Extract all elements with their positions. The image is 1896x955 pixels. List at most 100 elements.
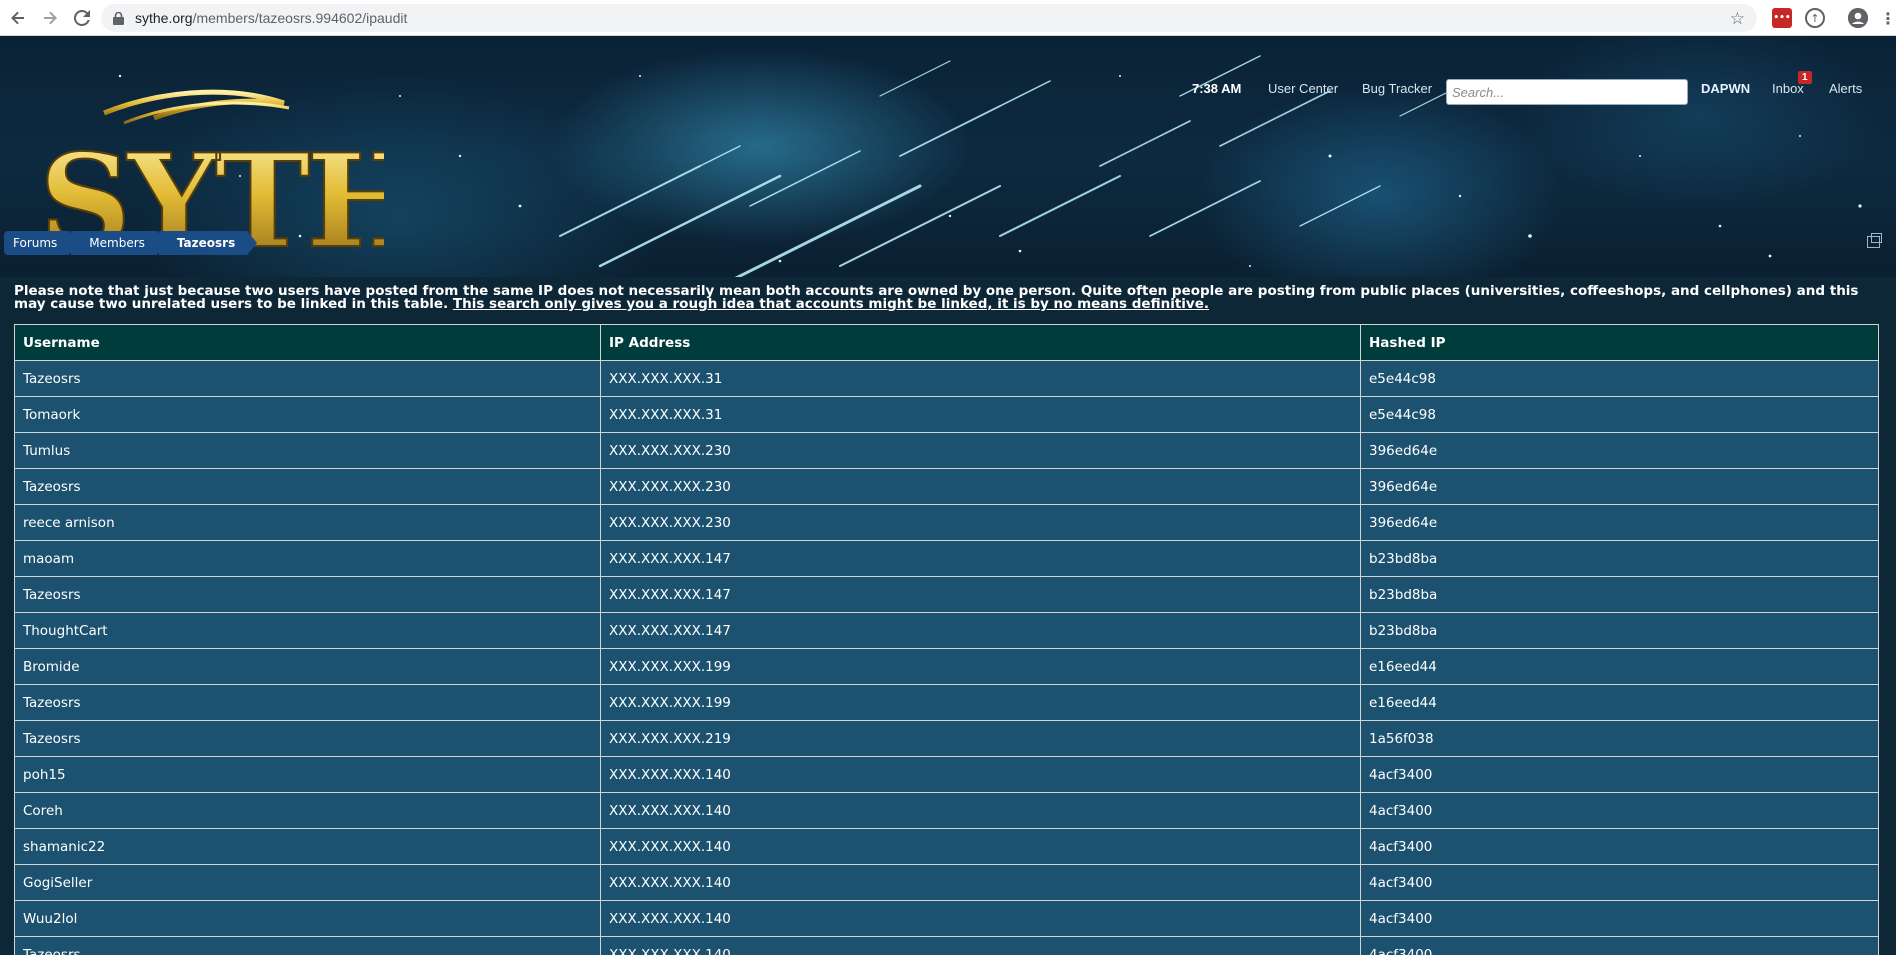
cell-ip-address: XXX.XXX.XXX.147 [600, 612, 1361, 649]
column-ip-address: IP Address [600, 324, 1361, 361]
cell-username[interactable]: GogiSeller [14, 864, 601, 901]
nav-bug-tracker[interactable]: Bug Tracker [1362, 81, 1432, 96]
column-hashed-ip: Hashed IP [1360, 324, 1879, 361]
table-row: Wuu2lol XXX.XXX.XXX.140 4acf3400 [14, 900, 1879, 937]
cell-ip-address: XXX.XXX.XXX.140 [600, 900, 1361, 937]
cell-username[interactable]: poh15 [14, 756, 601, 793]
back-arrow-icon[interactable] [4, 4, 32, 32]
cell-ip-address: XXX.XXX.XXX.199 [600, 684, 1361, 721]
cell-ip-address: XXX.XXX.XXX.31 [600, 396, 1361, 433]
inbox-count-badge: 1 [1798, 71, 1812, 84]
account-username[interactable]: DAPWN [1701, 81, 1750, 96]
cell-username[interactable]: maoam [14, 540, 601, 577]
cell-ip-address: XXX.XXX.XXX.230 [600, 504, 1361, 541]
kebab-menu-icon[interactable]: ⋮ [1878, 8, 1896, 28]
table-row: ThoughtCart XXX.XXX.XXX.147 b23bd8ba [14, 612, 1879, 649]
reload-icon[interactable] [68, 4, 96, 32]
cell-ip-address: XXX.XXX.XXX.140 [600, 756, 1361, 793]
extension-circle-icon[interactable]: ↑ [1805, 8, 1825, 28]
cell-ip-address: XXX.XXX.XXX.230 [600, 432, 1361, 469]
table-row: Tazeosrs XXX.XXX.XXX.199 e16eed44 [14, 684, 1879, 721]
search-input[interactable] [1446, 79, 1688, 105]
server-time: 7:38 AM [1192, 81, 1242, 96]
cell-hashed-ip: e5e44c98 [1360, 396, 1879, 433]
cell-ip-address: XXX.XXX.XXX.147 [600, 540, 1361, 577]
cell-hashed-ip: 396ed64e [1360, 432, 1879, 469]
ip-notice: Please note that just because two users … [14, 284, 1884, 312]
cell-username[interactable]: ThoughtCart [14, 612, 601, 649]
table-row: maoam XXX.XXX.XXX.147 b23bd8ba [14, 540, 1879, 577]
cell-hashed-ip: 4acf3400 [1360, 936, 1879, 955]
site-banner: SYTHE 7:38 AM User Center Bug Tracker DA… [0, 36, 1896, 277]
table-row: reece arnison XXX.XXX.XXX.230 396ed64e [14, 504, 1879, 541]
cell-hashed-ip: 4acf3400 [1360, 864, 1879, 901]
url-host: sythe.org [135, 10, 193, 26]
breadcrumb-members[interactable]: Members [71, 231, 167, 255]
cell-username[interactable]: Tazeosrs [14, 576, 601, 613]
popout-icon[interactable] [1867, 233, 1882, 248]
cell-ip-address: XXX.XXX.XXX.140 [600, 828, 1361, 865]
url-text: sythe.org/members/tazeosrs.994602/ipaudi… [135, 10, 407, 26]
table-header-row: Username IP Address Hashed IP [14, 324, 1879, 361]
table-row: Tazeosrs XXX.XXX.XXX.230 396ed64e [14, 468, 1879, 505]
cell-username[interactable]: Tazeosrs [14, 720, 601, 757]
cell-hashed-ip: 4acf3400 [1360, 900, 1879, 937]
url-path: /members/tazeosrs.994602/ipaudit [192, 10, 408, 26]
address-bar[interactable]: sythe.org/members/tazeosrs.994602/ipaudi… [101, 4, 1757, 32]
main-content: Please note that just because two users … [0, 277, 1896, 955]
cell-ip-address: XXX.XXX.XXX.230 [600, 468, 1361, 505]
column-username: Username [14, 324, 601, 361]
cell-username[interactable]: Tazeosrs [14, 936, 601, 955]
cell-hashed-ip: 4acf3400 [1360, 756, 1879, 793]
cell-ip-address: XXX.XXX.XXX.140 [600, 864, 1361, 901]
ip-audit-table: Username IP Address Hashed IP Tazeosrs XX… [14, 324, 1879, 955]
cell-ip-address: XXX.XXX.XXX.147 [600, 576, 1361, 613]
profile-icon[interactable] [1848, 8, 1868, 28]
cell-username[interactable]: Tazeosrs [14, 684, 601, 721]
nav-user-center[interactable]: User Center [1268, 81, 1338, 96]
notice-emphasis: This search only gives you a rough idea … [452, 296, 1209, 312]
table-row: Tazeosrs XXX.XXX.XXX.147 b23bd8ba [14, 576, 1879, 613]
cell-hashed-ip: 396ed64e [1360, 468, 1879, 505]
table-row: Bromide XXX.XXX.XXX.199 e16eed44 [14, 648, 1879, 685]
table-row: GogiSeller XXX.XXX.XXX.140 4acf3400 [14, 864, 1879, 901]
cell-hashed-ip: 1a56f038 [1360, 720, 1879, 757]
cell-hashed-ip: b23bd8ba [1360, 576, 1879, 613]
star-icon[interactable]: ☆ [1730, 9, 1745, 29]
extension-icon[interactable]: ••• [1772, 8, 1792, 28]
cell-hashed-ip: e16eed44 [1360, 648, 1879, 685]
nav-alerts[interactable]: Alerts [1829, 81, 1862, 96]
cell-ip-address: XXX.XXX.XXX.140 [600, 936, 1361, 955]
cell-ip-address: XXX.XXX.XXX.219 [600, 720, 1361, 757]
browser-toolbar: sythe.org/members/tazeosrs.994602/ipaudi… [0, 0, 1896, 36]
cell-username[interactable]: Bromide [14, 648, 601, 685]
cell-ip-address: XXX.XXX.XXX.199 [600, 648, 1361, 685]
cell-username[interactable]: Tazeosrs [14, 468, 601, 505]
table-row: Tazeosrs XXX.XXX.XXX.31 e5e44c98 [14, 360, 1879, 397]
table-row: Tomaork XXX.XXX.XXX.31 e5e44c98 [14, 396, 1879, 433]
lock-icon [111, 11, 125, 25]
cell-username[interactable]: Tumlus [14, 432, 601, 469]
breadcrumb: Forums Members Tazeosrs [4, 231, 258, 255]
cell-hashed-ip: 4acf3400 [1360, 828, 1879, 865]
cell-username[interactable]: Tazeosrs [14, 360, 601, 397]
cell-hashed-ip: e16eed44 [1360, 684, 1879, 721]
cell-username[interactable]: Tomaork [14, 396, 601, 433]
breadcrumb-forums[interactable]: Forums [4, 231, 80, 255]
cell-ip-address: XXX.XXX.XXX.140 [600, 792, 1361, 829]
table-row: shamanic22 XXX.XXX.XXX.140 4acf3400 [14, 828, 1879, 865]
cell-username[interactable]: shamanic22 [14, 828, 601, 865]
cell-username[interactable]: Wuu2lol [14, 900, 601, 937]
breadcrumb-member[interactable]: Tazeosrs [158, 231, 258, 255]
cell-hashed-ip: 4acf3400 [1360, 792, 1879, 829]
cell-username[interactable]: Coreh [14, 792, 601, 829]
cell-hashed-ip: 396ed64e [1360, 504, 1879, 541]
cell-hashed-ip: e5e44c98 [1360, 360, 1879, 397]
table-row: Coreh XXX.XXX.XXX.140 4acf3400 [14, 792, 1879, 829]
cell-hashed-ip: b23bd8ba [1360, 540, 1879, 577]
forward-arrow-icon[interactable] [36, 4, 64, 32]
table-row: poh15 XXX.XXX.XXX.140 4acf3400 [14, 756, 1879, 793]
table-row: Tazeosrs XXX.XXX.XXX.219 1a56f038 [14, 720, 1879, 757]
table-body: Tazeosrs XXX.XXX.XXX.31 e5e44c98 Tomaork XXX… [14, 360, 1879, 955]
cell-username[interactable]: reece arnison [14, 504, 601, 541]
